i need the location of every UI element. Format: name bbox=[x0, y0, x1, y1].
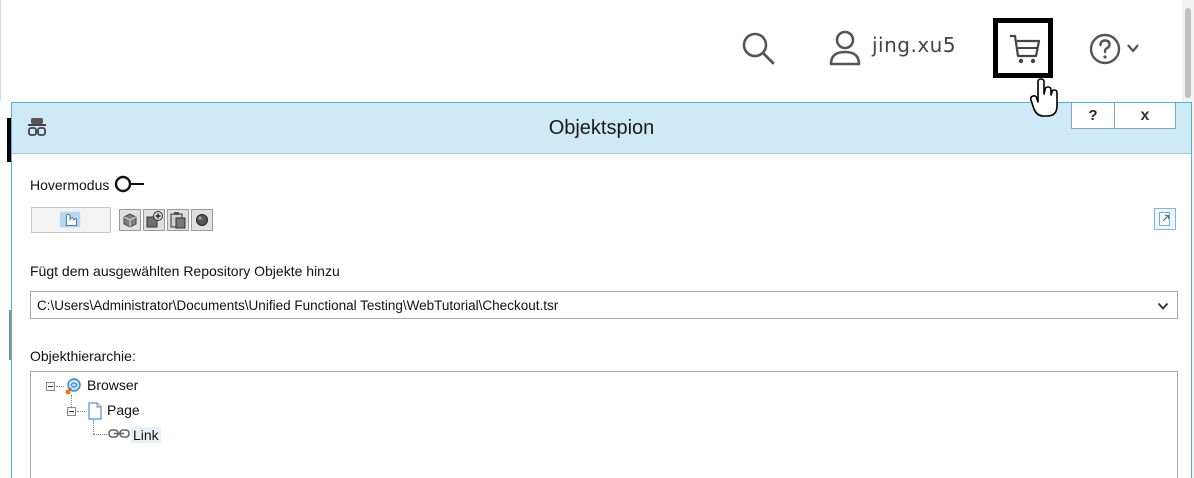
page-icon bbox=[88, 402, 102, 420]
link-icon bbox=[108, 429, 130, 438]
dialog-close-button[interactable]: x bbox=[1114, 103, 1176, 129]
tree-item-browser[interactable]: Browser bbox=[87, 377, 138, 393]
cart-icon[interactable] bbox=[1008, 32, 1042, 66]
help-icon[interactable] bbox=[1088, 32, 1122, 66]
tree-connector bbox=[93, 420, 94, 434]
clipboard-tool-button[interactable] bbox=[167, 209, 189, 231]
pointing-hand-button[interactable] bbox=[31, 207, 111, 233]
browser-icon bbox=[65, 378, 81, 395]
dialog-help-button[interactable]: ? bbox=[1071, 103, 1115, 129]
tree-collapse-toggle[interactable] bbox=[67, 407, 76, 416]
repository-path-select[interactable]: C:\Users\Administrator\Documents\Unified… bbox=[30, 291, 1178, 319]
user-icon[interactable] bbox=[826, 28, 864, 68]
page: jing.xu5 Objektspion ? x Hovermodus Fügt… bbox=[0, 0, 1194, 478]
export-button[interactable] bbox=[1154, 208, 1176, 230]
dialog-titlebar[interactable]: Objektspion ? x bbox=[12, 103, 1191, 154]
object-spy-dialog: Objektspion ? x Hovermodus Fügt dem ausg… bbox=[11, 102, 1192, 478]
object-tool-button[interactable] bbox=[119, 209, 141, 231]
tree-connector bbox=[93, 434, 107, 435]
tree-collapse-toggle[interactable] bbox=[46, 382, 55, 391]
cart-highlight-box[interactable] bbox=[993, 18, 1053, 78]
dialog-body: Hovermodus Fügt dem ausgewählten Reposit… bbox=[12, 154, 1191, 478]
chevron-down-icon[interactable] bbox=[1126, 42, 1140, 54]
object-hierarchy-label: Objekthierarchie: bbox=[30, 348, 136, 364]
repository-label: Fügt dem ausgewählten Repository Objekte… bbox=[30, 263, 340, 279]
tree-connector bbox=[77, 411, 85, 412]
page-scrollbar-thumb[interactable] bbox=[1185, 8, 1191, 98]
hover-mode-label: Hovermodus bbox=[30, 177, 110, 193]
record-tool-button[interactable] bbox=[191, 209, 213, 231]
repository-path-value: C:\Users\Administrator\Documents\Unified… bbox=[37, 298, 559, 313]
chevron-down-icon[interactable] bbox=[1157, 301, 1169, 311]
pointing-hand-icon bbox=[59, 211, 81, 228]
hand-cursor-icon bbox=[1030, 78, 1058, 117]
hover-mode-toggle[interactable] bbox=[114, 175, 150, 193]
tree-connector bbox=[56, 386, 64, 387]
object-hierarchy-tree[interactable]: Browser Page Link bbox=[30, 371, 1178, 478]
tree-item-link[interactable]: Link bbox=[131, 427, 161, 443]
web-header: jing.xu5 bbox=[0, 0, 1194, 478]
add-object-tool-button[interactable] bbox=[143, 209, 165, 231]
header-left-border bbox=[0, 0, 1, 100]
dialog-title: Objektspion bbox=[548, 117, 655, 139]
search-icon[interactable] bbox=[738, 28, 778, 68]
username-label[interactable]: jing.xu5 bbox=[872, 33, 956, 57]
tree-item-page[interactable]: Page bbox=[107, 402, 140, 418]
